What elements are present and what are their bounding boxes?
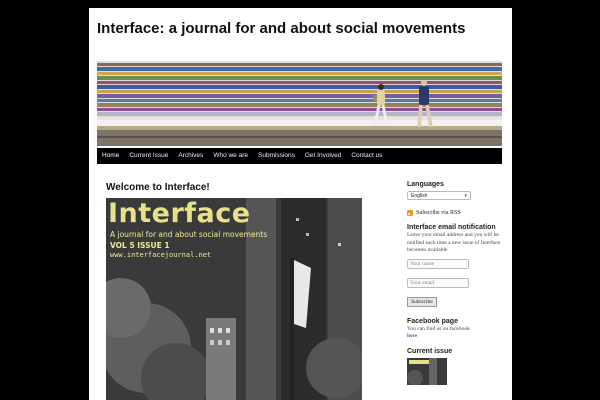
email-field[interactable]: Your email — [407, 277, 469, 288]
nav-home[interactable]: Home — [97, 148, 124, 164]
post-title[interactable]: Welcome to Interface! — [106, 182, 210, 193]
facebook-title: Facebook page — [407, 317, 458, 325]
site-title[interactable]: Interface: a journal for and about socia… — [97, 20, 497, 38]
rss-label: Subscribe via RSS — [416, 210, 461, 216]
nav-submissions[interactable]: Submissions — [253, 148, 300, 164]
thumbnail-photo — [407, 357, 447, 385]
name-field[interactable]: Your name — [407, 258, 469, 269]
banner-photo — [97, 61, 502, 146]
email-notification-description: Leave your email address and you will be… — [407, 232, 501, 253]
journal-cover-image[interactable]: Interface A journal for and about social… — [106, 198, 362, 400]
cover-url: www.interfacejournal.net — [110, 251, 212, 259]
cover-tagline: A journal for and about social movements — [110, 230, 268, 239]
current-issue-title: Current issue — [407, 347, 453, 355]
rss-icon — [407, 210, 413, 216]
name-field-placeholder: Your name — [410, 260, 435, 267]
email-field-placeholder: Your email — [410, 279, 435, 286]
nav-current-issue[interactable]: Current Issue — [124, 148, 173, 164]
facebook-text: You can find us on facebook — [407, 325, 470, 332]
main-navigation: Home Current Issue Archives Who we are S… — [97, 148, 502, 164]
facebook-link[interactable]: here — [407, 333, 507, 341]
nav-contact-us[interactable]: Contact us — [346, 148, 387, 164]
sidebar: Languages English ▾ Subscribe via RSS In… — [407, 180, 507, 385]
rss-subscribe-link[interactable]: Subscribe via RSS — [407, 210, 507, 216]
page-container: Interface: a journal for and about socia… — [89, 8, 512, 400]
language-select-value: English — [411, 193, 428, 199]
chevron-down-icon: ▾ — [464, 193, 467, 199]
cover-masthead: Interface — [108, 198, 251, 229]
nav-who-we-are[interactable]: Who we are — [208, 148, 253, 164]
subscribe-button[interactable]: Subscribe — [407, 296, 437, 307]
languages-title: Languages — [407, 181, 444, 188]
cover-issue: VOL 5 ISSUE 1 — [110, 241, 170, 250]
header-banner-image[interactable] — [97, 61, 502, 146]
nav-archives[interactable]: Archives — [173, 148, 208, 164]
language-select[interactable]: English ▾ — [407, 191, 471, 200]
nav-get-involved[interactable]: Get Involved — [300, 148, 347, 164]
email-notification-title: Interface email notification — [407, 224, 496, 231]
current-issue-thumbnail[interactable] — [407, 357, 447, 385]
